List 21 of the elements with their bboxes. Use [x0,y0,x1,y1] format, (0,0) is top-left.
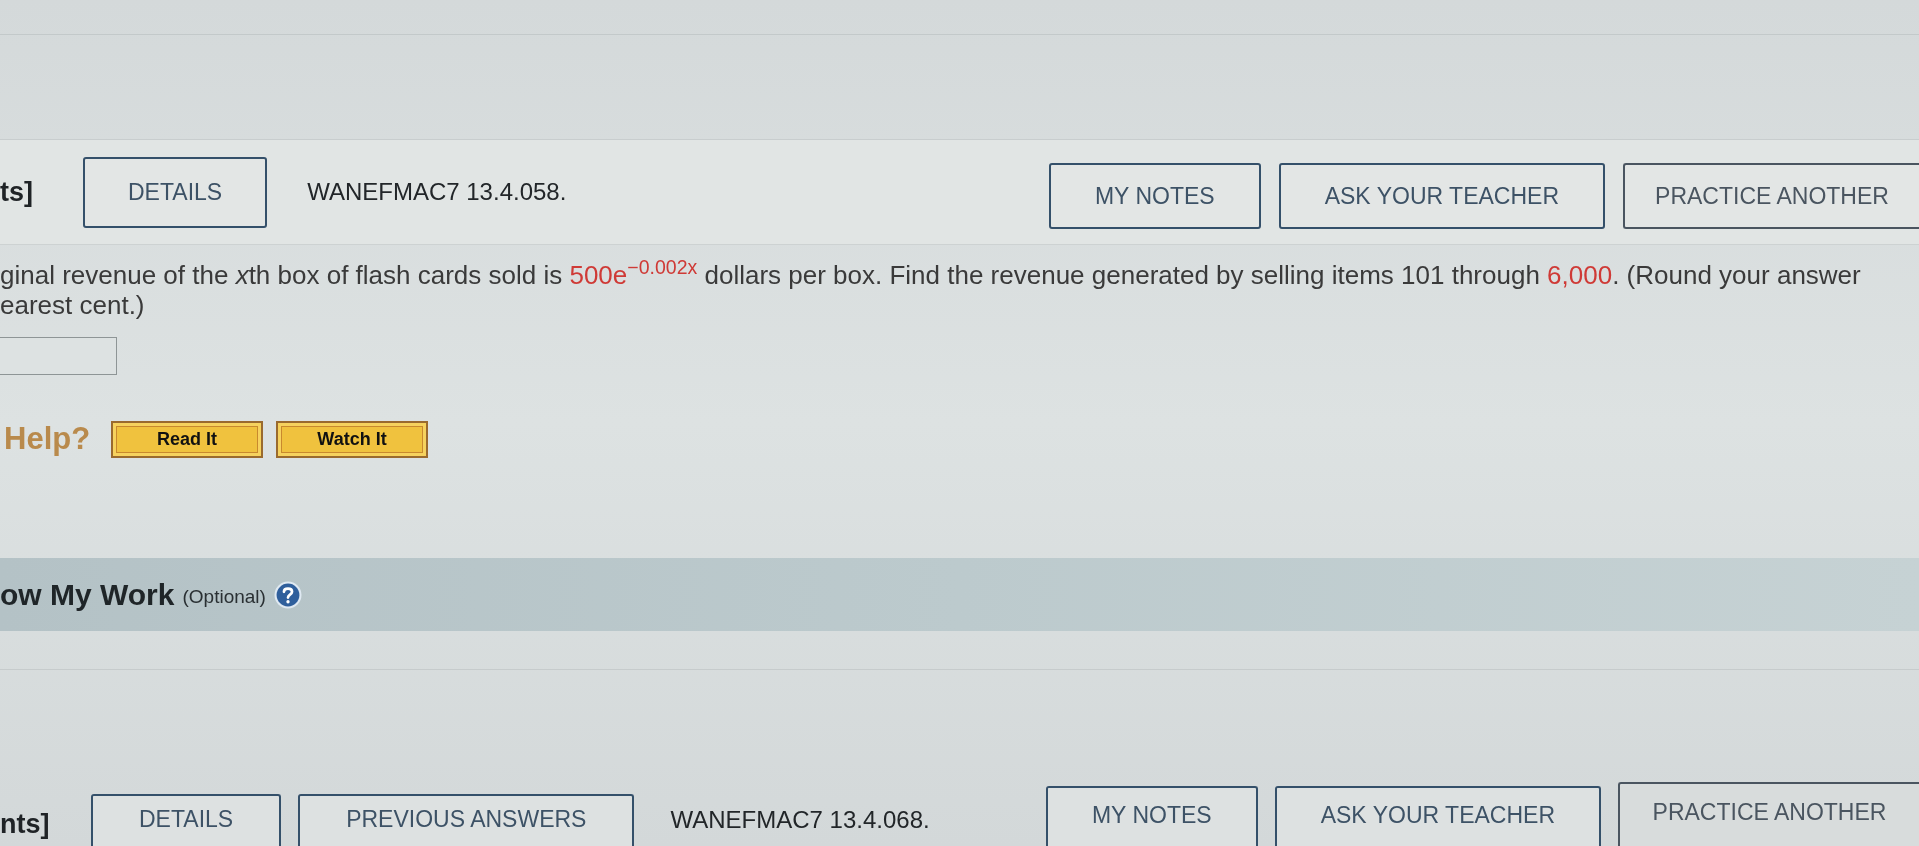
section-title: ow My Work [0,577,175,613]
notes-button[interactable]: MY NOTES [1048,163,1261,229]
help-label: Help? [4,420,92,459]
optional-label: (Optional) [182,584,266,609]
question-code: WANEFMAC7 13.4.058. [307,177,567,207]
practice-button[interactable]: PRACTICE ANOTHER [1618,782,1919,846]
details-button[interactable]: PREVIOUS ANSWERS [298,794,635,846]
notes-button[interactable]: MY NOTES [1045,786,1258,846]
points-label: ts] [0,176,33,207]
answer-field[interactable] [0,337,117,375]
points-label: nts] [0,808,50,839]
help-icon[interactable] [273,580,302,609]
details-button[interactable]: DETAILS [91,794,282,846]
ask-teacher-button[interactable]: ASK YOUR TEACHER [1274,786,1601,846]
watch-it-button[interactable]: Watch It [276,421,428,458]
question-code: WANEFMAC7 13.4.068. [670,805,930,835]
details-button[interactable]: DETAILS [83,156,268,228]
ask-teacher-button[interactable]: ASK YOUR TEACHER [1278,163,1605,229]
practice-button[interactable]: PRACTICE ANOTHER [1623,163,1919,229]
question-text: ginal revenue of the xth box of flash cards sold is 500e$^{−0.002x}$ dollars per box. Find the revenue generated by selling items 101 through 6,000. (Round your answer earest cent.) [0,255,1862,320]
read-it-button[interactable]: Read It [111,421,263,458]
